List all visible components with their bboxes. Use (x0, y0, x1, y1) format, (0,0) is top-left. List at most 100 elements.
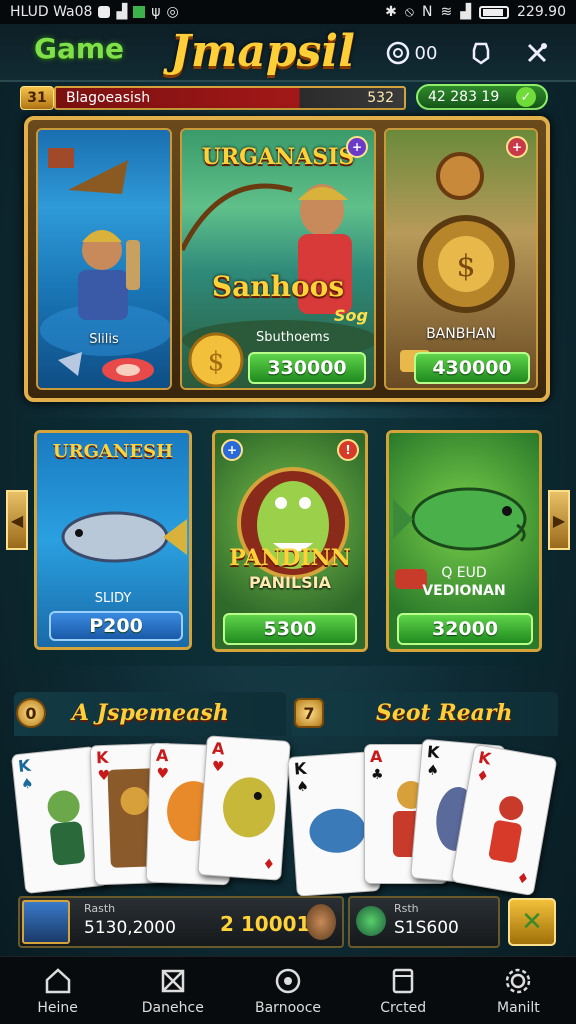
featured-card-1-subtitle: Slilis (89, 332, 119, 347)
bottom-nav: Heine Danehce Barnooce Crcted Manilt (0, 956, 576, 1024)
usb-icon: ψ (151, 4, 161, 20)
game-card-2-price-button[interactable]: 5300 (223, 613, 357, 645)
card-section-right-badge: 7 (294, 698, 324, 728)
game-card-1-price-button[interactable]: P200 (49, 611, 183, 641)
scroll-left-button[interactable]: ◀ (6, 490, 28, 550)
message-icon (98, 6, 111, 18)
nav-item-crcted[interactable]: Crcted (346, 957, 461, 1024)
card-section-right-header: 7 Seot Rearh (292, 692, 558, 736)
battery-icon (479, 5, 509, 19)
opponent-avatar (306, 904, 336, 940)
gear-icon (506, 968, 531, 993)
status-time: 229.90 (517, 4, 566, 20)
level-badge: 31 (20, 86, 54, 110)
player-middle-value: 2 10001 (220, 912, 311, 936)
app-notification-icon (133, 6, 146, 18)
nav-item-barnooce[interactable]: Barnooce (230, 957, 345, 1024)
chevron-right-icon: ▶ (552, 510, 566, 530)
featured-card-3-subtitle: BANBHAN (426, 326, 496, 342)
featured-card-2-tag: Sog (334, 306, 368, 325)
featured-card-1[interactable]: Slilis (36, 128, 172, 390)
coins-balance[interactable]: 42 283 19 ✓ (416, 84, 548, 110)
svg-text:$: $ (208, 347, 225, 377)
featured-card-3[interactable]: $ BANBHAN 430000 + (384, 128, 538, 390)
treasure-drum-art: $ (386, 130, 536, 388)
dragon-emblem-icon (356, 906, 386, 936)
plus-badge-icon: + (506, 136, 528, 158)
nav-label-home: Heine (37, 999, 78, 1016)
cell-signal-icon: ▟ (460, 4, 471, 20)
game-card-1-subtitle: SLIDY (94, 591, 132, 606)
coin-counter-button[interactable]: 00 (380, 38, 442, 68)
player-left-panel[interactable]: Rasth 5130,2000 2 10001 (18, 896, 344, 948)
shield-icon (472, 42, 490, 65)
nfc-icon: N (422, 4, 433, 20)
close-icon: ✕ (521, 907, 543, 937)
status-bar: HLUD Wa08 ▟ ψ ◎ ✱ ⦸ N ≋ ▟ 229.90 (0, 0, 576, 24)
sync-icon: ◎ (166, 4, 179, 20)
ocean-diver-art (38, 130, 170, 388)
card-section-left[interactable]: 0 A Jspemeash K♠ K♥ A♥ ♦ A♥ ♦ (10, 692, 291, 895)
chevron-left-icon: ◀ (10, 510, 24, 530)
info-strip: 31 Blagoeasish 532 42 283 19 ✓ (0, 82, 576, 112)
player-right-panel[interactable]: Rsth S1S600 (348, 896, 500, 948)
game-card-2[interactable]: + ! PANDINN PANILSIA 5300 (212, 430, 368, 652)
card-section-right[interactable]: 7 Seot Rearh K♠ A♣ ♣ K♠ K♦ ♦ (287, 692, 558, 897)
featured-card-2-subtitle: Sanhoos (211, 270, 345, 303)
card-section-right-title: Seot Rearh (376, 700, 513, 726)
scroll-right-button[interactable]: ▶ (548, 490, 570, 550)
player-right-label: Rsth (394, 902, 419, 915)
home-icon (45, 967, 70, 993)
top-header: Game Jmapsil 00 (0, 24, 576, 82)
featured-banner: Slilis $ URGANASIS Sanhoos Sog Sbuthoems… (24, 116, 550, 402)
game-card-3-title: Q EUD (441, 565, 487, 581)
player-left-label: Rasth (84, 902, 116, 915)
tools-icon (527, 43, 547, 63)
featured-card-2-label: Sbuthoems (256, 330, 330, 345)
crossed-box-icon (161, 969, 185, 992)
signal-icon: ▟ (116, 4, 128, 20)
player-number: 532 (367, 90, 394, 106)
game-logo: Game (34, 32, 125, 65)
check-icon: ✓ (516, 87, 536, 107)
nav-label-dance: Danehce (141, 999, 204, 1016)
svg-text:$: $ (456, 249, 475, 284)
nav-item-dance[interactable]: Danehce (115, 957, 230, 1024)
card-section-left-badge: 0 (16, 698, 46, 728)
nav-label-crcted: Crcted (380, 999, 427, 1016)
featured-card-2[interactable]: $ URGANASIS Sanhoos Sog Sbuthoems 330000… (180, 128, 376, 390)
tools-button[interactable] (520, 38, 554, 68)
coin-counter-label: 00 (414, 42, 438, 64)
coins-value: 42 283 19 (428, 89, 500, 105)
coin-icon (386, 41, 409, 65)
player-avatar (22, 900, 70, 944)
status-left-text: HLUD Wa08 (10, 4, 93, 20)
mute-icon: ⦸ (404, 4, 414, 20)
player-left-value: 5130,2000 (84, 918, 176, 938)
game-card-3[interactable]: Q EUD VEDIONAN 32000 (386, 430, 542, 652)
game-card-2-subtitle: PANILSIA (248, 573, 332, 592)
game-card-1[interactable]: URGANESH SLIDY P200 (34, 430, 192, 650)
player-name-bar[interactable]: Blagoeasish 532 (54, 86, 406, 110)
featured-card-3-price-button[interactable]: 430000 (414, 352, 530, 384)
circle-icon (275, 968, 301, 993)
gem-badge-icon: + (346, 136, 368, 158)
nav-item-home[interactable]: Heine (0, 957, 115, 1024)
player-bar: Rasth 5130,2000 2 10001 Rsth S1S600 ✕ (18, 896, 558, 948)
playing-card[interactable]: A♥ ♦ (197, 735, 291, 881)
game-card-3-subtitle: VEDIONAN (422, 583, 506, 599)
game-card-1-title: URGANESH (52, 441, 174, 462)
close-button[interactable]: ✕ (508, 898, 556, 946)
player-right-value: S1S600 (394, 918, 459, 938)
player-name: Blagoeasish (66, 90, 151, 106)
featured-card-2-price-button[interactable]: 330000 (248, 352, 366, 384)
game-card-3-price-button[interactable]: 32000 (397, 613, 533, 645)
nav-item-manilt[interactable]: Manilt (461, 957, 576, 1024)
card-section-left-header: 0 A Jspemeash (14, 692, 286, 736)
app-title: Jmapsil (170, 26, 355, 77)
nav-label-manilt: Manilt (497, 999, 540, 1016)
bluetooth-icon: ✱ (385, 4, 397, 20)
game-card-2-title: PANDINN (229, 545, 351, 571)
shield-button[interactable] (466, 38, 496, 68)
plus-badge-icon: + (221, 439, 243, 461)
